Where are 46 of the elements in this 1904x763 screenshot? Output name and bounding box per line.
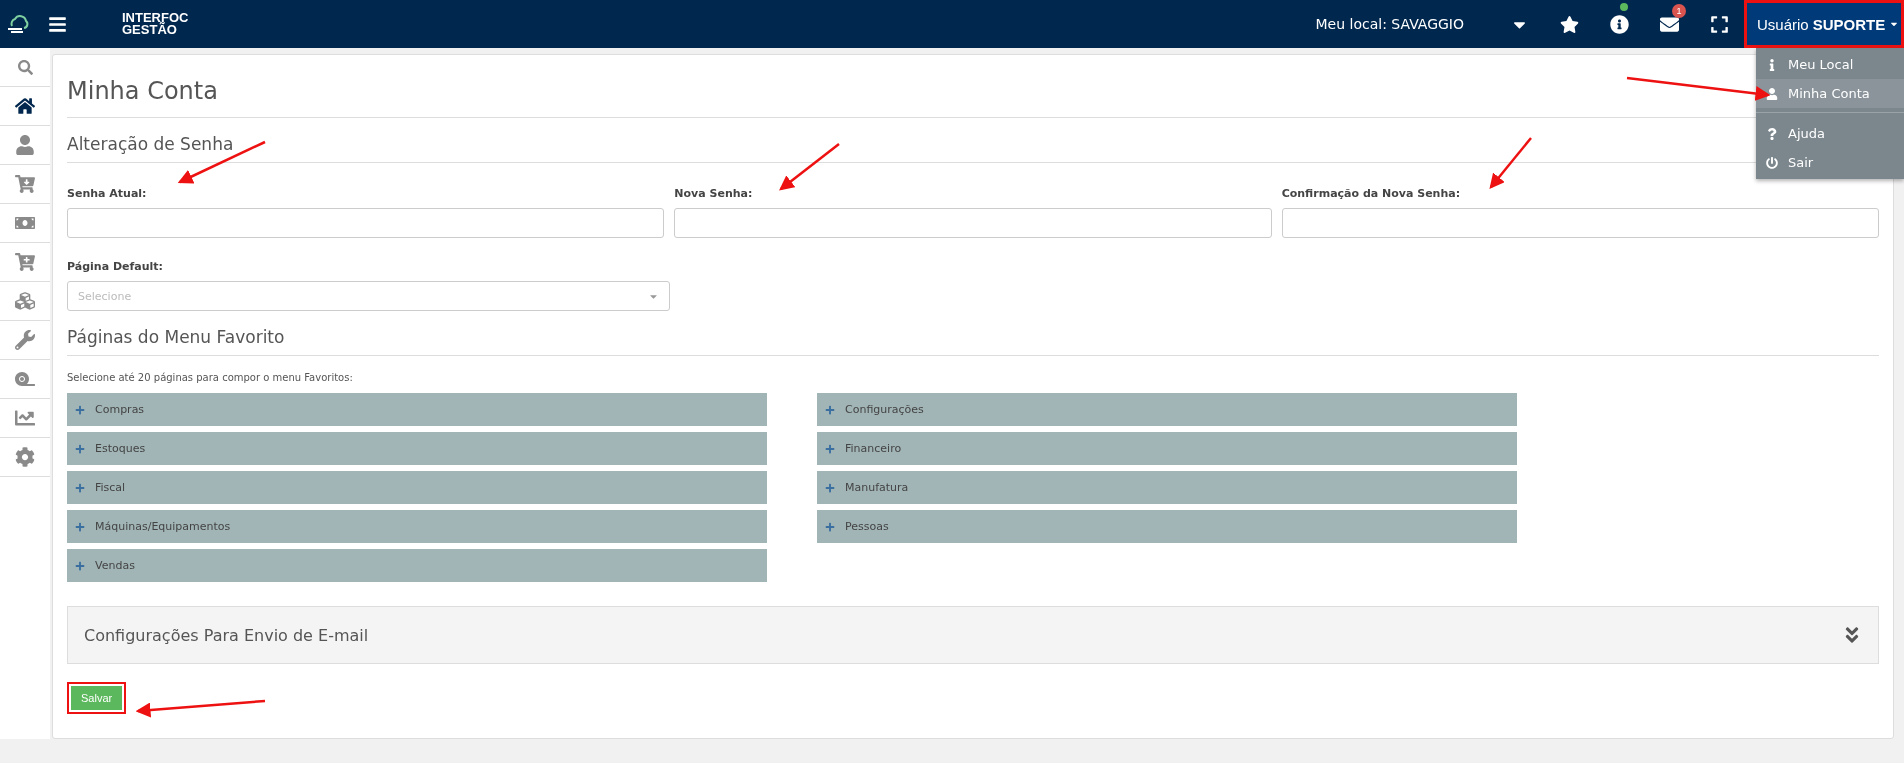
field-label: Página Default: [67,260,164,273]
hint-text: Selecione até 20 páginas para compor o menu Favoritos: [67,372,354,383]
plus-icon [75,404,85,415]
status-dot [1620,3,1628,11]
menu-item[interactable]: Meu Local [1756,50,1904,79]
favorite-group-toggle[interactable]: Vendas [67,549,767,582]
field-label: Confirmação da Nova Senha: [1281,187,1462,200]
password-field[interactable] [674,208,1272,238]
menu-item[interactable]: Minha Conta [1756,79,1904,108]
plus-icon [75,443,85,454]
notification-badge: 1 [1672,4,1686,18]
password-field[interactable] [67,208,665,238]
section-title: Páginas do Menu Favorito [67,311,1879,356]
info-icon [1609,14,1629,34]
plus-icon [75,560,85,571]
plus-icon [75,521,85,532]
favorite-group-toggle[interactable]: Manufatura [817,471,1517,504]
favorite-group-toggle[interactable]: Fiscal [67,471,767,504]
favorite-group-toggle[interactable]: Configurações [817,393,1517,426]
favorite-group-toggle[interactable]: Pessoas [817,510,1517,543]
plus-icon [75,482,85,493]
power-icon [1766,156,1778,169]
plus-icon [825,521,835,532]
plus-icon [825,482,835,493]
save-button[interactable]: Salvar [71,686,123,710]
plus-icon [825,443,835,454]
favorite-group-toggle[interactable]: Máquinas/Equipamentos [67,510,767,543]
help-icon [1766,127,1778,140]
field-label: Nova Senha: [674,187,754,200]
user-icon [1766,87,1778,100]
brand-logo: INTERFOC GESTÃO [122,12,189,36]
user-menu-button[interactable]: Usuário SUPORTE [1744,0,1904,48]
favorite-group-toggle[interactable]: Estoques [67,432,767,465]
field-label: Senha Atual: [67,187,148,200]
favorite-group-toggle[interactable]: Compras [67,393,767,426]
annotation-arrow [779,143,840,191]
mail-icon [1659,14,1679,34]
annotation-arrow [1489,137,1532,189]
location-text: Meu local: SAVAGGIO [1315,16,1464,32]
menu-item[interactable]: Ajuda [1756,119,1904,148]
plus-icon [825,404,835,415]
menu-item[interactable]: Sair [1756,148,1904,177]
favorite-group-toggle[interactable]: Financeiro [817,432,1517,465]
mail-button[interactable]: 1 [1644,0,1694,48]
password-field[interactable] [1281,208,1879,238]
email-settings-panel[interactable]: Configurações Para Envio de E-mail [67,606,1879,664]
